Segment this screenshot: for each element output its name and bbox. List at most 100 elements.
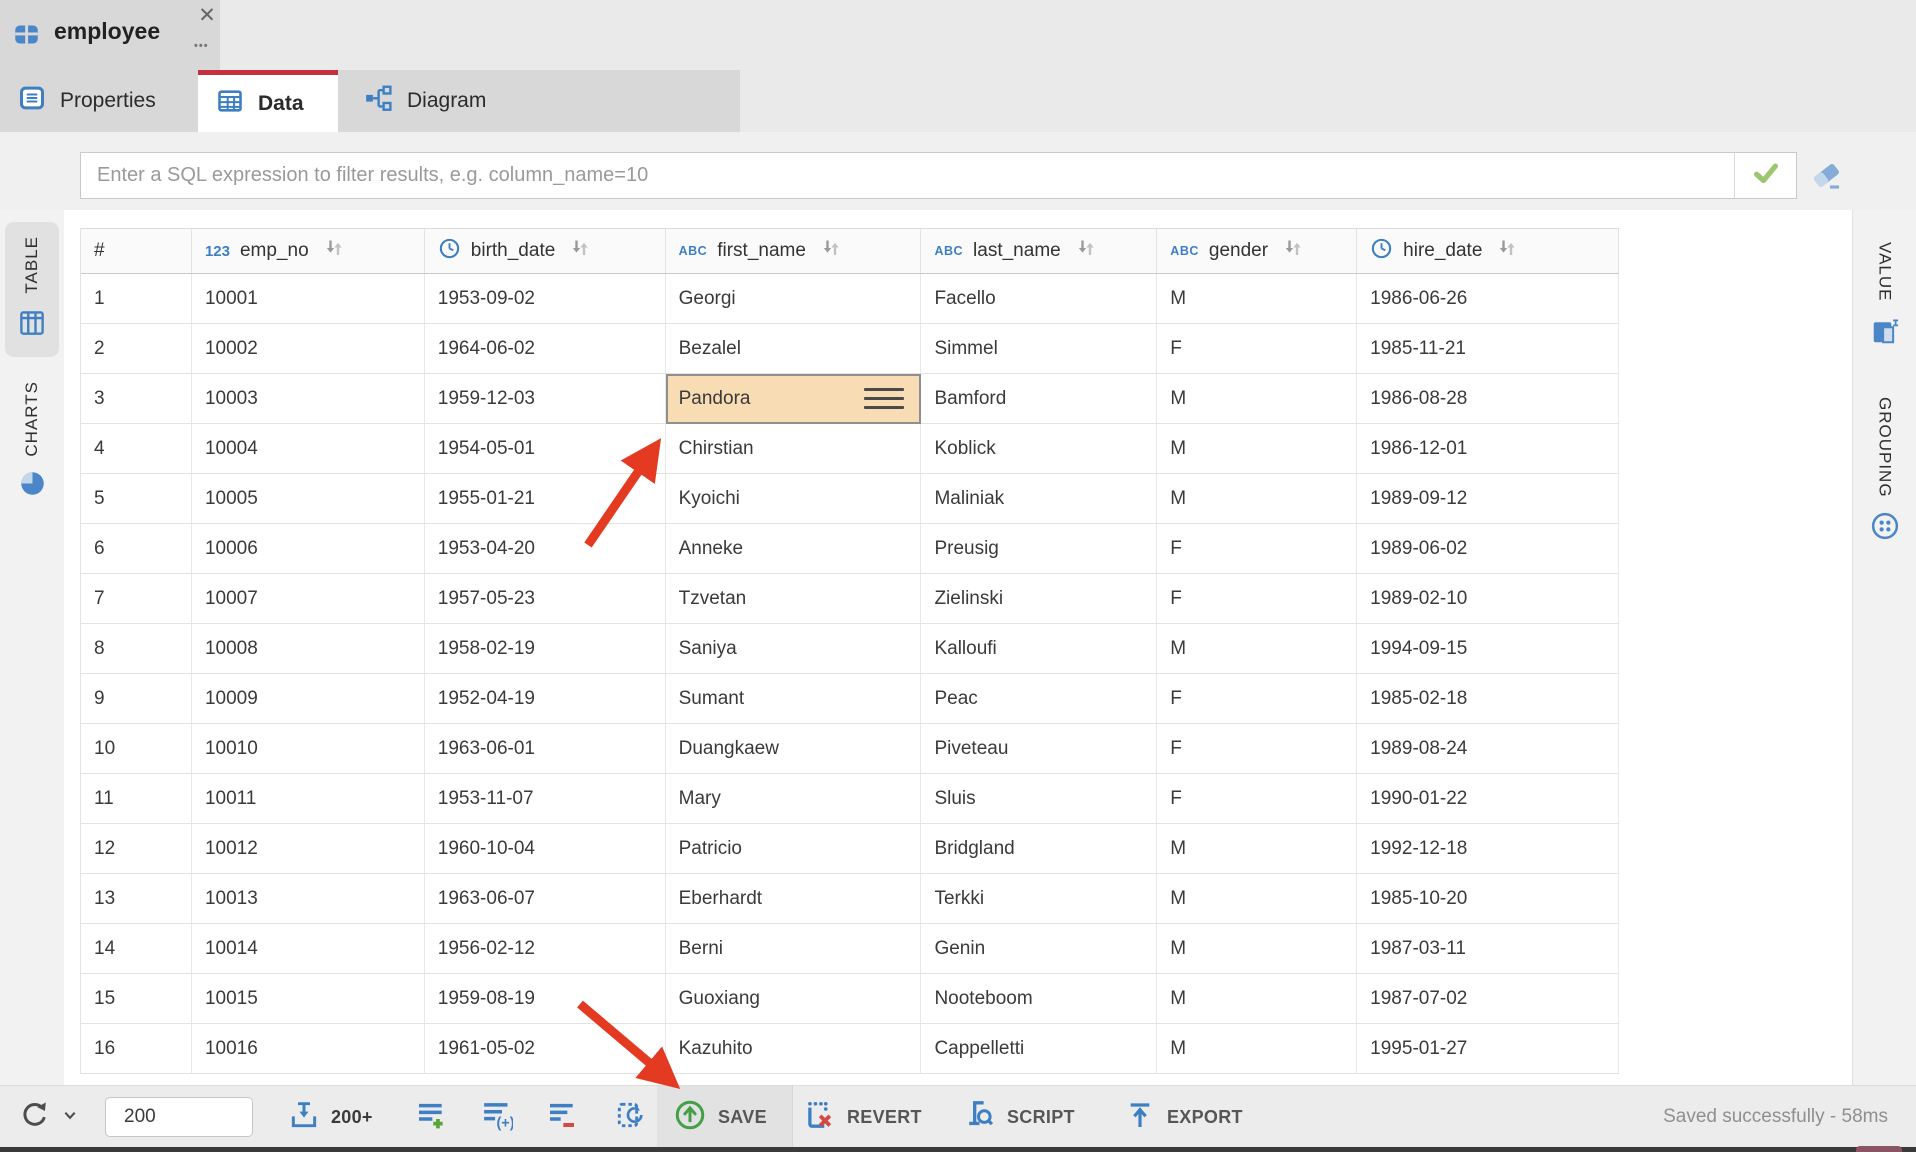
grid-cell[interactable]: 1953-04-20 (425, 524, 666, 574)
row-number-cell[interactable]: 10 (81, 724, 192, 774)
grid-cell[interactable]: 1994-09-15 (1357, 624, 1619, 674)
row-number-cell[interactable]: 16 (81, 1024, 192, 1074)
grid-cell[interactable]: M (1157, 1024, 1357, 1074)
grid-cell[interactable]: 10014 (192, 924, 425, 974)
grid-cell[interactable]: 1986-06-26 (1357, 274, 1619, 324)
row-number-cell[interactable]: 7 (81, 574, 192, 624)
row-number-cell[interactable]: 2 (81, 324, 192, 374)
grid-cell[interactable]: 10015 (192, 974, 425, 1024)
grid-cell[interactable]: M (1157, 474, 1357, 524)
save-button[interactable]: SAVE (673, 1086, 767, 1148)
row-number-cell[interactable]: 8 (81, 624, 192, 674)
grid-cell[interactable]: Kalloufi (921, 624, 1157, 674)
grid-cell[interactable]: Kyoichi (666, 474, 922, 524)
grid-cell[interactable]: Genin (921, 924, 1157, 974)
grid-cell[interactable]: Sumant (666, 674, 922, 724)
grid-cell[interactable]: 1989-06-02 (1357, 524, 1619, 574)
grid-cell[interactable]: 10011 (192, 774, 425, 824)
grid-cell[interactable]: M (1157, 924, 1357, 974)
grid-cell[interactable]: 1954-05-01 (425, 424, 666, 474)
apply-filter-button[interactable] (1734, 152, 1797, 199)
grid-cell[interactable]: 1963-06-07 (425, 874, 666, 924)
grid-cell[interactable]: 1990-01-22 (1357, 774, 1619, 824)
grid-cell[interactable]: Zielinski (921, 574, 1157, 624)
sort-icon[interactable] (816, 237, 842, 265)
grid-cell[interactable]: 10001 (192, 274, 425, 324)
cell-menu-icon[interactable] (864, 388, 904, 409)
grid-cell[interactable]: Chirstian (666, 424, 922, 474)
row-number-cell[interactable]: 14 (81, 924, 192, 974)
grid-cell[interactable]: Koblick (921, 424, 1157, 474)
grid-cell[interactable]: Facello (921, 274, 1157, 324)
row-number-cell[interactable]: 13 (81, 874, 192, 924)
grid-cell[interactable]: F (1157, 724, 1357, 774)
grid-cell[interactable]: Preusig (921, 524, 1157, 574)
grid-cell[interactable]: M (1157, 374, 1357, 424)
grid-cell[interactable]: 1952-04-19 (425, 674, 666, 724)
grid-cell[interactable]: 10012 (192, 824, 425, 874)
delete-row-button[interactable] (546, 1086, 578, 1148)
row-number-cell[interactable]: 15 (81, 974, 192, 1024)
grid-cell[interactable]: M (1157, 274, 1357, 324)
sort-icon[interactable] (1278, 237, 1304, 265)
grid-cell[interactable]: F (1157, 324, 1357, 374)
tab-data[interactable]: Data (198, 70, 338, 132)
tab-properties[interactable]: Properties (0, 70, 198, 132)
grid-cell[interactable]: 10005 (192, 474, 425, 524)
grid-cell[interactable]: Bezalel (666, 324, 922, 374)
grid-cell[interactable]: Duangkaew (666, 724, 922, 774)
grid-cell[interactable]: Mary (666, 774, 922, 824)
grid-cell[interactable]: 10007 (192, 574, 425, 624)
column-header-birth_date[interactable]: birth_date (425, 229, 666, 273)
rail-item-charts[interactable]: CHARTS (5, 367, 59, 517)
grid-cell[interactable]: 1959-08-19 (425, 974, 666, 1024)
grid-cell[interactable]: M (1157, 874, 1357, 924)
grid-cell[interactable]: 1987-03-11 (1357, 924, 1619, 974)
row-number-cell[interactable]: 5 (81, 474, 192, 524)
grid-cell[interactable]: Guoxiang (666, 974, 922, 1024)
column-header-first_name[interactable]: ABCfirst_name (666, 229, 922, 273)
sql-filter-input[interactable] (80, 152, 1735, 199)
grid-cell[interactable]: 10016 (192, 1024, 425, 1074)
paste-cell-button[interactable] (614, 1086, 646, 1148)
grid-cell[interactable]: 1958-02-19 (425, 624, 666, 674)
grid-cell[interactable]: Piveteau (921, 724, 1157, 774)
grid-cell[interactable]: Saniya (666, 624, 922, 674)
export-button[interactable]: EXPORT (1124, 1086, 1243, 1148)
sort-icon[interactable] (1071, 237, 1097, 265)
column-header-gender[interactable]: ABCgender (1157, 229, 1357, 273)
grid-cell[interactable]: Nooteboom (921, 974, 1157, 1024)
grid-cell[interactable]: M (1157, 824, 1357, 874)
grid-cell[interactable]: F (1157, 574, 1357, 624)
grid-cell[interactable]: Tzvetan (666, 574, 922, 624)
grid-cell[interactable]: 10006 (192, 524, 425, 574)
row-number-cell[interactable]: 9 (81, 674, 192, 724)
grid-cell[interactable]: Simmel (921, 324, 1157, 374)
grid-cell[interactable]: F (1157, 674, 1357, 724)
editor-tab-employee[interactable]: employee (0, 0, 220, 70)
grid-cell[interactable]: 1960-10-04 (425, 824, 666, 874)
tab-overflow-icon[interactable]: ••• (194, 40, 209, 52)
grid-cell[interactable]: Maliniak (921, 474, 1157, 524)
grid-cell[interactable]: 1963-06-01 (425, 724, 666, 774)
grid-cell[interactable]: Peac (921, 674, 1157, 724)
revert-button[interactable]: REVERT (803, 1086, 922, 1148)
add-row-button[interactable] (415, 1086, 447, 1148)
grid-cell[interactable]: Terkki (921, 874, 1157, 924)
fetch-size-input[interactable] (105, 1097, 253, 1137)
grid-cell[interactable]: Bamford (921, 374, 1157, 424)
grid-cell[interactable]: 1992-12-18 (1357, 824, 1619, 874)
sort-icon[interactable] (319, 237, 345, 265)
grid-cell[interactable]: 1989-02-10 (1357, 574, 1619, 624)
grid-cell[interactable]: 1986-08-28 (1357, 374, 1619, 424)
grid-cell[interactable]: 1955-01-21 (425, 474, 666, 524)
script-button[interactable]: SCRIPT (963, 1086, 1075, 1148)
clear-filter-button[interactable] (1806, 159, 1846, 195)
grid-cell[interactable]: 1989-09-12 (1357, 474, 1619, 524)
grid-cell[interactable]: 10010 (192, 724, 425, 774)
grid-cell[interactable]: 1953-09-02 (425, 274, 666, 324)
rail-item-table[interactable]: TABLE (5, 222, 59, 357)
column-header-emp_no[interactable]: 123emp_no (192, 229, 425, 273)
sort-icon[interactable] (565, 237, 591, 265)
grid-cell[interactable]: 10008 (192, 624, 425, 674)
